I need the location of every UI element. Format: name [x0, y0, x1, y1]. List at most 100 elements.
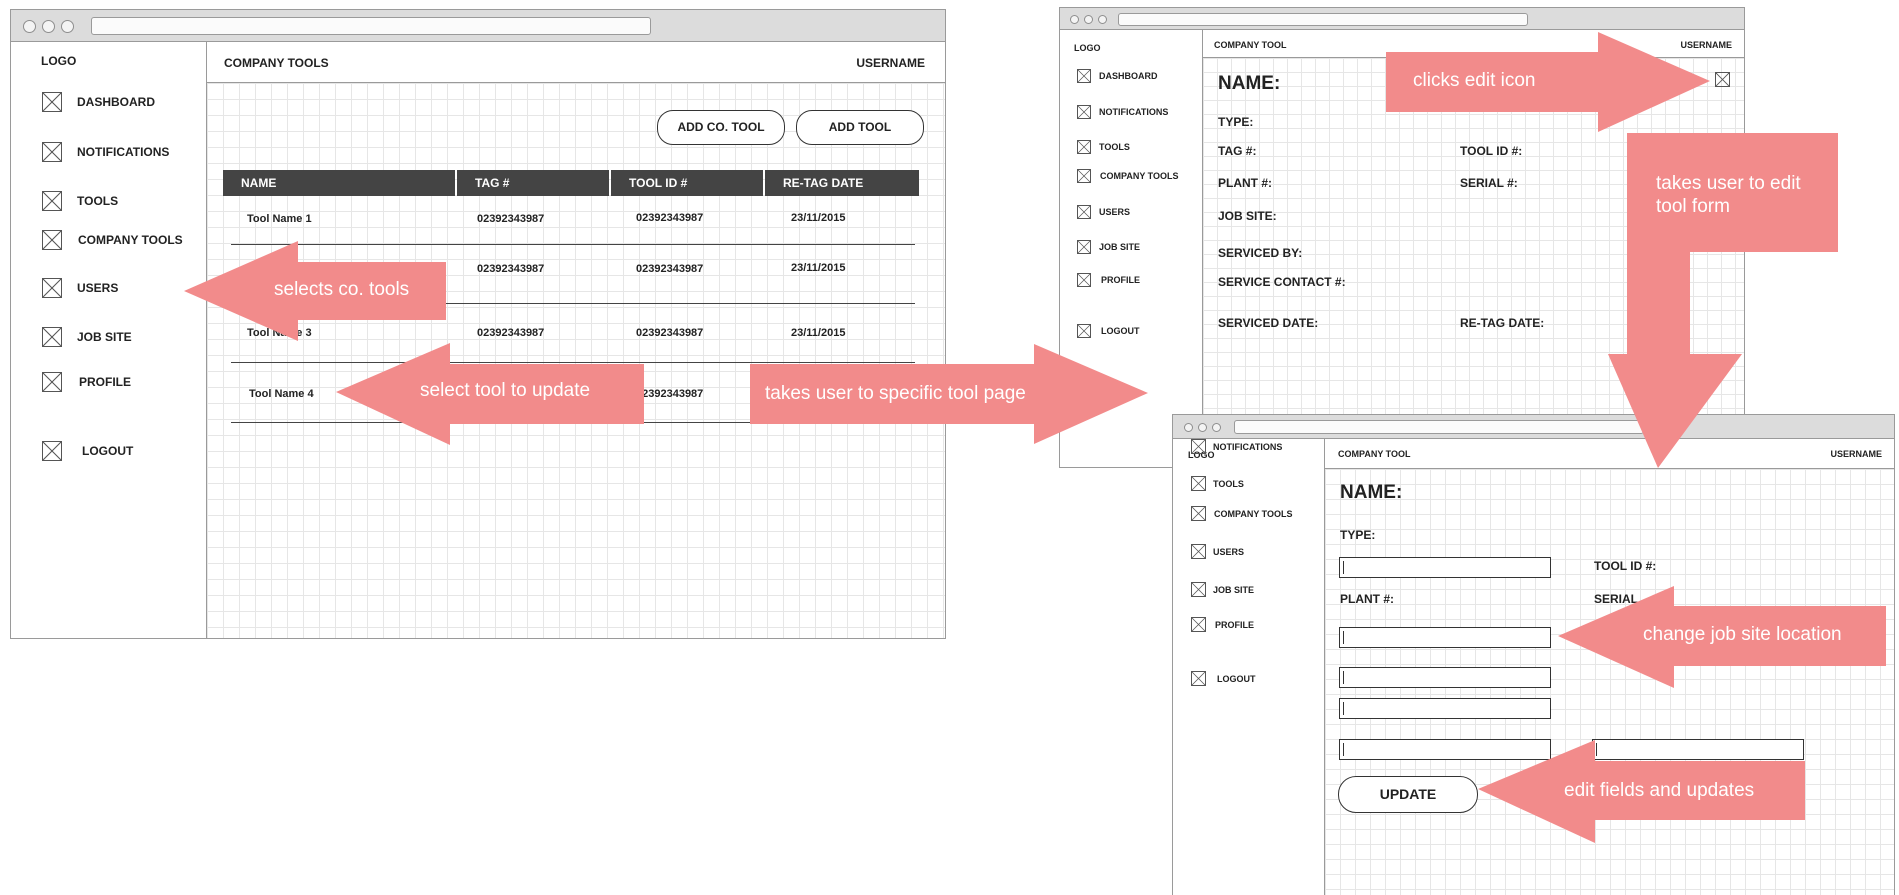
window-dot	[1098, 15, 1107, 24]
serviced-by-label: SERVICED BY:	[1218, 246, 1303, 260]
placeholder-icon	[1077, 273, 1091, 287]
window-dot	[1070, 15, 1079, 24]
table-cell: 23/11/2015	[791, 212, 846, 224]
annotation-selects-co-tools: selects co. tools	[274, 279, 410, 300]
row-divider	[231, 244, 915, 245]
sidebar-item-label: PROFILE	[1101, 275, 1141, 285]
window-dot	[1184, 423, 1193, 432]
placeholder-icon	[42, 441, 62, 461]
annotation-select-tool: select tool to update	[420, 380, 591, 401]
placeholder-icon	[1191, 617, 1206, 632]
tool-id-label: TOOL ID #:	[1460, 144, 1523, 158]
logo: LOGO	[1074, 43, 1101, 53]
type-label: TYPE:	[1340, 528, 1376, 542]
table-cell: 02392343987	[477, 213, 545, 225]
table-cell: Tool Name 4	[249, 388, 314, 400]
content-area	[207, 83, 945, 638]
update-button[interactable]: UPDATE	[1338, 776, 1478, 813]
sidebar-item-label: NOTIFICATIONS	[1213, 442, 1283, 452]
table-cell: 02392343987	[477, 327, 545, 339]
annotation-takes-user-specific: takes user to specific tool page	[765, 383, 1026, 404]
add-tool-button[interactable]: ADD TOOL	[796, 110, 924, 145]
tool-id-label: TOOL ID #:	[1594, 559, 1657, 573]
url-bar	[1118, 13, 1528, 26]
placeholder-icon	[42, 142, 62, 162]
sidebar-item-label: TOOLS	[77, 194, 119, 208]
placeholder-icon	[42, 191, 62, 211]
serial-label: SERIAL	[1594, 592, 1639, 606]
placeholder-icon	[42, 372, 62, 392]
plant-input[interactable]	[1339, 627, 1551, 648]
placeholder-icon	[42, 327, 62, 347]
window-dot	[1198, 423, 1207, 432]
page-title: COMPANY TOOL	[1214, 40, 1287, 50]
retag-date-input[interactable]	[1592, 739, 1804, 760]
placeholder-icon	[42, 92, 62, 112]
sidebar-item-label: JOB SITE	[1099, 242, 1141, 252]
placeholder-icon	[1191, 671, 1206, 686]
annotation-takes-user-edit-line1: takes user to edit	[1656, 173, 1801, 194]
job-site-label: JOB SITE:	[1218, 209, 1277, 223]
row-divider	[231, 362, 915, 363]
placeholder-icon	[42, 278, 62, 298]
sidebar-item-label: LOGOUT	[1101, 326, 1140, 336]
header: COMPANY TOOL USERNAME	[1325, 439, 1894, 469]
sidebar-item-label: PROFILE	[79, 375, 132, 389]
sidebar-item-label: NOTIFICATIONS	[1099, 107, 1169, 117]
table-cell: 02392343987	[636, 327, 704, 339]
username: USERNAME	[1830, 449, 1882, 459]
sidebar-item-label: USERS	[1099, 207, 1131, 217]
edit-icon[interactable]	[1715, 72, 1730, 87]
sidebar-item-label: LOGOUT	[82, 444, 134, 458]
sidebar-item-label: COMPANY TOOLS	[1214, 509, 1293, 519]
annotation-edit-fields: edit fields and updates	[1564, 780, 1755, 801]
annotation-change-job-site: change job site location	[1643, 624, 1842, 645]
sidebar-item-label: LOGOUT	[1217, 674, 1256, 684]
sidebar-item-label: NOTIFICATIONS	[77, 145, 170, 159]
add-co-tool-button[interactable]: ADD CO. TOOL	[657, 110, 785, 145]
sidebar-item-label: JOB SITE	[1213, 585, 1255, 595]
table-cell: 02392343987	[636, 263, 704, 275]
window-dot	[23, 20, 36, 33]
row-divider	[231, 303, 915, 304]
tool-name-label: NAME:	[1218, 73, 1281, 94]
username: USERNAME	[1680, 40, 1732, 50]
wireframe-company-tools: LOGO COMPANY TOOLS USERNAME DASHBOARD NOT…	[10, 9, 946, 639]
page-title: COMPANY TOOLS	[224, 56, 329, 70]
wireframe-tool-page: LOGO COMPANY TOOL USERNAME DASHBOARD NOTI…	[1059, 7, 1745, 468]
page-title: COMPANY TOOL	[1338, 449, 1411, 459]
serviced-by-input[interactable]	[1339, 698, 1551, 719]
browser-titlebar	[11, 10, 945, 42]
window-dot	[1212, 423, 1221, 432]
sidebar-item-label: COMPANY TOOLS	[1100, 171, 1179, 181]
sidebar-item-label: DASHBOARD	[1099, 71, 1158, 81]
placeholder-icon	[1191, 476, 1206, 491]
url-bar	[91, 17, 651, 35]
username: USERNAME	[856, 56, 925, 70]
job-site-input[interactable]	[1339, 667, 1551, 688]
column-header-name: NAME	[223, 170, 455, 196]
column-header-tag: TAG #	[457, 170, 609, 196]
window-dot	[1084, 15, 1093, 24]
sidebar-item-label: DASHBOARD	[77, 95, 155, 109]
wireframe-edit-tool-form: LOGO COMPANY TOOL USERNAME DASHBOARDNOTI…	[1172, 414, 1895, 895]
url-bar	[1234, 420, 1644, 434]
column-header-tool-id: TOOL ID #	[611, 170, 763, 196]
window-dot	[61, 20, 74, 33]
header: COMPANY TOOL USERNAME	[1203, 30, 1744, 58]
placeholder-icon	[1077, 205, 1091, 219]
serviced-date-input[interactable]	[1339, 739, 1551, 760]
tag-input[interactable]	[1339, 557, 1551, 578]
sidebar-item-label: USERS	[1213, 547, 1245, 557]
annotation-clicks-edit: clicks edit icon	[1413, 70, 1536, 91]
sidebar-item-label: TOOLS	[1213, 479, 1244, 489]
table-cell: 23/11/2015	[791, 327, 846, 339]
placeholder-icon	[1077, 324, 1091, 338]
content-area	[1203, 58, 1744, 467]
sidebar-item-label: JOB SITE	[77, 330, 132, 344]
header: COMPANY TOOLS USERNAME	[207, 42, 945, 83]
serviced-date-label: SERVICED DATE:	[1218, 316, 1319, 330]
tag-label: TAG #:	[1218, 144, 1257, 158]
table-cell: Tool Name 3	[247, 327, 312, 339]
table-cell: 02392343987	[636, 212, 704, 224]
